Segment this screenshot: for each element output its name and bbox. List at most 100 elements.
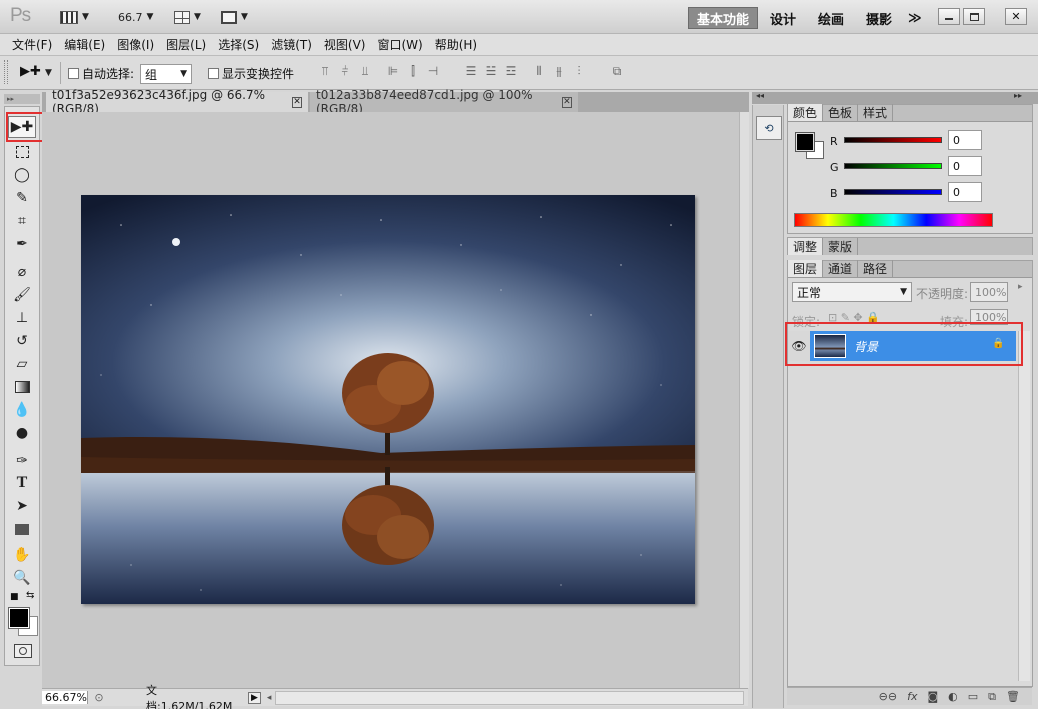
minimize-button[interactable] [938,8,960,25]
new-group-icon[interactable]: ▭ [968,690,978,703]
restore-button[interactable] [963,8,985,25]
close-button[interactable]: ✕ [1005,8,1027,25]
menu-edit[interactable]: 编辑(E) [58,36,111,53]
status-info-icon[interactable]: ⊙ [92,691,106,704]
opacity-field[interactable]: 100% [970,282,1008,302]
workspace-painting[interactable]: 绘画 [810,7,852,29]
align-vcenter-icon[interactable]: ⫩ [336,64,354,80]
lasso-tool-button[interactable]: ◯ [8,164,36,186]
workspace-more-button[interactable]: ≫ [900,7,930,29]
show-transform-checkbox[interactable] [208,68,219,79]
auto-align-icon[interactable]: ⧉ [608,64,626,80]
tab-color[interactable]: 颜色 [788,104,824,121]
blue-value-field[interactable]: 0 [948,182,982,202]
move-tool-preset-picker[interactable]: ▶✚ ▼ [20,64,52,79]
close-icon[interactable]: ✕ [561,96,572,108]
tab-paths[interactable]: 路径 [858,260,894,277]
screen-mode-button[interactable]: ▼ [221,6,248,28]
marquee-tool-button[interactable] [8,141,36,163]
brush-tool-button[interactable]: 🖌 [8,284,36,306]
distribute-bottom-icon[interactable]: ☲ [502,64,520,80]
panel-foreground-swatch[interactable] [795,132,815,152]
default-colors-icon[interactable]: ■ [10,592,19,602]
menu-filter[interactable]: 滤镜(T) [265,36,318,53]
document-tab-1[interactable]: t01f3a52e93623c436f.jpg @ 66.7%(RGB/8) ✕ [46,88,308,116]
red-slider[interactable] [844,137,942,143]
eraser-tool-button[interactable]: ▱ [8,353,36,375]
crop-tool-button[interactable]: ⌗ [8,210,36,232]
red-value-field[interactable]: 0 [948,130,982,150]
quick-mask-button[interactable] [14,644,32,658]
blur-tool-button[interactable]: 💧 [8,399,36,421]
tab-layers[interactable]: 图层 [788,260,824,277]
distribute-top-icon[interactable]: ☰ [462,64,480,80]
opacity-arrow-icon[interactable]: ▸ [1018,282,1023,292]
distribute-hcenter-icon[interactable]: ⫵ [550,64,568,80]
shape-tool-button[interactable] [8,518,36,540]
menu-file[interactable]: 文件(F) [6,36,58,53]
launch-bridge-button[interactable]: ▼ [60,6,89,28]
workspace-essentials[interactable]: 基本功能 [688,7,759,29]
menu-layer[interactable]: 图层(L) [160,36,212,53]
auto-select-checkbox[interactable] [68,68,79,79]
history-panel-icon[interactable]: ⟲ [756,116,782,140]
document-image[interactable] [81,195,695,604]
eyedropper-tool-button[interactable]: ✒ [8,233,36,255]
vertical-scrollbar[interactable] [739,112,749,688]
blend-mode-dropdown[interactable]: 正常 ▼ [792,282,912,302]
green-value-field[interactable]: 0 [948,156,982,176]
collapse-left-icon[interactable]: ◂◂ [756,91,764,100]
hand-tool-button[interactable]: ✋ [8,544,36,566]
document-tab-2[interactable]: t012a33b874eed87cd1.jpg @ 100%(RGB/8) ✕ [310,88,578,116]
distribute-right-icon[interactable]: ⫶ [570,64,588,80]
align-hcenter-icon[interactable]: ⫿ [404,64,422,80]
tools-panel-header[interactable]: ▸▸ [4,94,40,104]
link-layers-icon[interactable]: ⊖⊖ [879,690,897,703]
distribute-left-icon[interactable]: ⫴ [530,64,548,80]
tab-masks[interactable]: 蒙版 [823,238,859,255]
status-menu-arrow-icon[interactable]: ▶ [248,691,261,704]
swap-colors-icon[interactable]: ⇆ [26,590,34,601]
menu-image[interactable]: 图像(I) [111,36,160,53]
workspace-design[interactable]: 设计 [762,7,804,29]
trash-icon[interactable]: 🗑 [1006,690,1020,703]
auto-select-dropdown[interactable]: 组 ▼ [140,64,192,84]
color-ramp[interactable] [794,213,993,227]
arrange-documents-button[interactable]: ▼ [174,6,201,28]
add-mask-icon[interactable]: ◙ [927,690,938,703]
scroll-left-icon[interactable]: ◂ [267,693,272,703]
zoom-field[interactable]: 66.67% [42,691,88,704]
menu-help[interactable]: 帮助(H) [429,36,483,53]
menu-select[interactable]: 选择(S) [212,36,265,53]
quick-select-tool-button[interactable]: ✎ [8,187,36,209]
layer-style-icon[interactable]: fx [907,690,917,703]
zoom-level-dropdown[interactable]: 66.7 ▼ [118,6,153,28]
type-tool-button[interactable]: T [8,472,36,494]
grip-handle[interactable] [4,60,8,84]
distribute-vcenter-icon[interactable]: ☱ [482,64,500,80]
history-brush-tool-button[interactable]: ↺ [8,330,36,352]
menu-view[interactable]: 视图(V) [318,36,372,53]
align-bottom-icon[interactable]: ⫫ [356,64,374,80]
path-select-tool-button[interactable]: ➤ [8,495,36,517]
pen-tool-button[interactable]: ✑ [8,450,36,472]
zoom-tool-button[interactable]: 🔍 [8,567,36,589]
tab-styles[interactable]: 样式 [858,104,894,121]
align-left-icon[interactable]: ⊫ [384,64,402,80]
horizontal-scrollbar[interactable] [275,690,744,705]
dodge-tool-button[interactable]: ● [8,422,36,444]
blue-slider[interactable] [844,189,942,195]
adjustment-layer-icon[interactable]: ◐ [948,690,958,703]
clone-stamp-tool-button[interactable]: ⊥ [8,307,36,329]
green-slider[interactable] [844,163,942,169]
workspace-photography[interactable]: 摄影 [858,7,900,29]
gradient-tool-button[interactable] [8,376,36,398]
align-right-icon[interactable]: ⊣ [424,64,442,80]
new-layer-icon[interactable]: ⧉ [988,690,996,704]
close-icon[interactable]: ✕ [291,96,302,108]
healing-brush-tool-button[interactable]: ⌀ [8,261,36,283]
layers-scrollbar[interactable] [1018,331,1030,681]
tab-adjustments[interactable]: 调整 [788,238,824,255]
tab-swatches[interactable]: 色板 [823,104,859,121]
collapse-right-icon[interactable]: ▸▸ [1014,91,1022,100]
